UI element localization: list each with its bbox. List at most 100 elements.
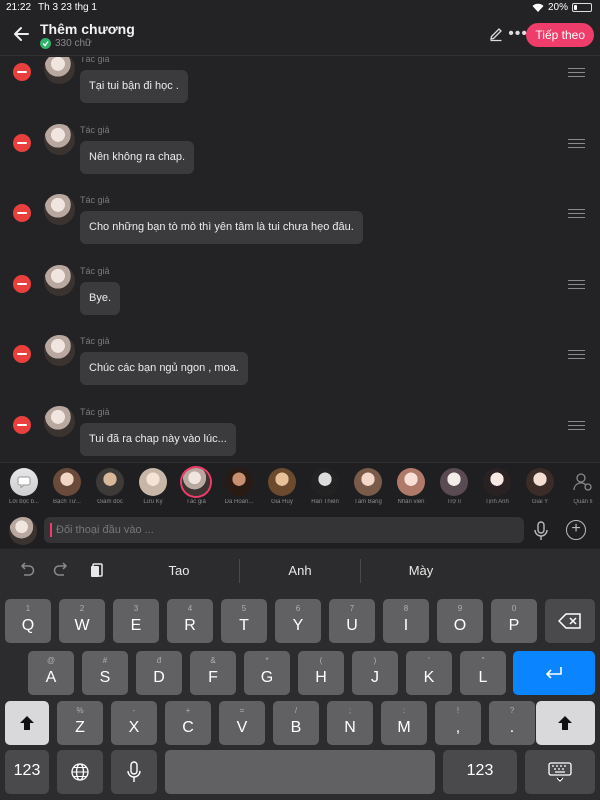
key[interactable]: * G (244, 651, 290, 695)
more-icon[interactable]: ••• (508, 25, 528, 43)
delete-icon[interactable] (13, 345, 31, 363)
keyboard-hide-icon[interactable] (525, 750, 595, 794)
backspace-icon[interactable] (545, 599, 595, 643)
message-bubble[interactable]: Tui đã ra chap này vào lúc... (80, 422, 236, 456)
key[interactable]: " L (460, 651, 506, 695)
avatar[interactable] (44, 405, 75, 437)
key[interactable]: đD (136, 651, 182, 695)
message-row[interactable]: Tác giả Cho những bạn tò mò thì yên tâm l… (0, 194, 600, 264)
character-strip[interactable]: Lời bộc b... Bạch Tư... Giám đốc Lưu Kỳ Tác … (0, 462, 600, 512)
shift-icon[interactable] (5, 701, 49, 745)
suggestion-1[interactable]: Tao (119, 563, 239, 578)
key[interactable]: !, (435, 701, 481, 745)
key[interactable]: 6Y (275, 599, 321, 643)
key[interactable]: ; N (327, 701, 373, 745)
avatar[interactable] (44, 264, 75, 296)
message-row[interactable]: Tác giả Bye. (0, 264, 600, 335)
character-item[interactable]: Tịnh Anh (475, 468, 519, 505)
drag-handle-icon[interactable] (568, 138, 585, 149)
key[interactable]: 1Q (5, 599, 51, 643)
key[interactable]: ?. (489, 701, 535, 745)
key[interactable]: 5T (221, 599, 267, 643)
suggestion-2[interactable]: Anh (240, 563, 360, 578)
key[interactable]: & F (190, 651, 236, 695)
key[interactable]: 3E (113, 599, 159, 643)
shift-icon[interactable] (536, 701, 595, 745)
numbers-key[interactable]: 123 (443, 750, 517, 794)
character-item[interactable]: Quản lí (561, 468, 600, 505)
key[interactable]: @ A (28, 651, 74, 695)
character-item[interactable]: Da Hoàn... (217, 468, 261, 505)
message-row[interactable]: Tác giả Tui đã ra chap này vào lúc... (0, 405, 600, 462)
key[interactable]: + C (165, 701, 211, 745)
message-row[interactable]: Tác giả Tại tui bận đi học . (0, 57, 600, 123)
avatar[interactable] (44, 123, 75, 155)
drag-handle-icon[interactable] (568, 68, 585, 78)
key[interactable]: / B (273, 701, 319, 745)
key[interactable]: :M (381, 701, 427, 745)
character-item[interactable]: Bạch Tư... (45, 468, 89, 505)
character-item[interactable]: Giám đốc (88, 468, 132, 505)
delete-icon[interactable] (13, 415, 31, 434)
avatar[interactable] (44, 194, 75, 225)
key[interactable]: 0P (491, 599, 537, 643)
message-bubble[interactable]: Chúc các bạn ngủ ngon , moa. (80, 352, 248, 385)
key[interactable]: ' K (406, 651, 452, 695)
key[interactable]: 2W (59, 599, 105, 643)
key[interactable]: # S (82, 651, 128, 695)
back-arrow-icon[interactable] (12, 24, 32, 44)
clipboard-icon[interactable] (88, 561, 106, 579)
plus-icon[interactable]: + (566, 520, 586, 540)
space-bar[interactable] (165, 750, 435, 794)
suggestion-3[interactable]: Mày (361, 563, 481, 578)
message-bubble[interactable]: Nên không ra chap. (80, 140, 195, 174)
key[interactable]: 7U (329, 599, 375, 643)
message-row[interactable]: Tác giả Nên không ra chap. (0, 123, 600, 194)
character-item[interactable]: Tâm Băng (346, 468, 390, 505)
key[interactable]: 8I (383, 599, 429, 643)
key[interactable]: % Z (57, 701, 103, 745)
globe-icon[interactable] (57, 750, 103, 794)
delete-icon[interactable] (13, 204, 31, 222)
key[interactable]: -X (111, 701, 157, 745)
avatar[interactable] (44, 57, 75, 84)
character-item[interactable]: Hàn Thiên (303, 468, 347, 505)
drag-handle-icon[interactable] (568, 279, 585, 290)
delete-icon[interactable] (13, 63, 31, 81)
message-bubble[interactable]: Tại tui bận đi học . (80, 70, 188, 103)
character-item[interactable]: Lưu Kỳ (131, 468, 175, 505)
undo-icon[interactable] (18, 561, 36, 579)
character-item[interactable]: Trợ lí (432, 468, 476, 505)
key[interactable]: 4R (167, 599, 213, 643)
message-bubble[interactable]: Bye. (80, 281, 121, 315)
avatar[interactable] (9, 517, 37, 545)
redo-icon[interactable] (52, 561, 70, 579)
drag-handle-icon[interactable] (568, 350, 585, 360)
return-icon[interactable] (513, 651, 595, 695)
character-item[interactable]: Giai Y (518, 468, 562, 505)
character-item[interactable]: Lời bộc b... (2, 468, 46, 505)
microphone-icon[interactable] (111, 750, 157, 794)
key[interactable]: ) J (352, 651, 398, 695)
message-bubble[interactable]: Cho những bạn tò mò thì yên tâm là tui c… (80, 211, 363, 244)
key[interactable]: (H (298, 651, 344, 695)
key[interactable]: 9O (437, 599, 483, 643)
character-item[interactable]: Nhân viên (389, 468, 433, 505)
key[interactable]: = V (219, 701, 265, 745)
character-item[interactable]: Gia Huy (260, 468, 304, 505)
numbers-key[interactable]: 123 (5, 750, 49, 794)
message-list[interactable]: Tác giả Tại tui bận đi học . Tác giả Nên kh… (0, 57, 600, 461)
drag-handle-icon[interactable] (568, 420, 585, 431)
drag-handle-icon[interactable] (568, 209, 585, 219)
dialogue-input[interactable] (56, 517, 516, 543)
pencil-icon[interactable] (488, 26, 504, 42)
dialogue-input-field[interactable] (44, 517, 524, 543)
delete-icon[interactable] (13, 133, 31, 152)
microphone-icon[interactable] (533, 521, 549, 541)
character-item[interactable]: Tác giả (174, 468, 218, 505)
message-row[interactable]: Tác giả Chúc các bạn ngủ ngon , moa. (0, 335, 600, 405)
key-alt-label: ) (373, 656, 377, 665)
next-button[interactable]: Tiếp theo (526, 23, 594, 47)
avatar[interactable] (44, 335, 75, 366)
delete-icon[interactable] (13, 274, 31, 293)
